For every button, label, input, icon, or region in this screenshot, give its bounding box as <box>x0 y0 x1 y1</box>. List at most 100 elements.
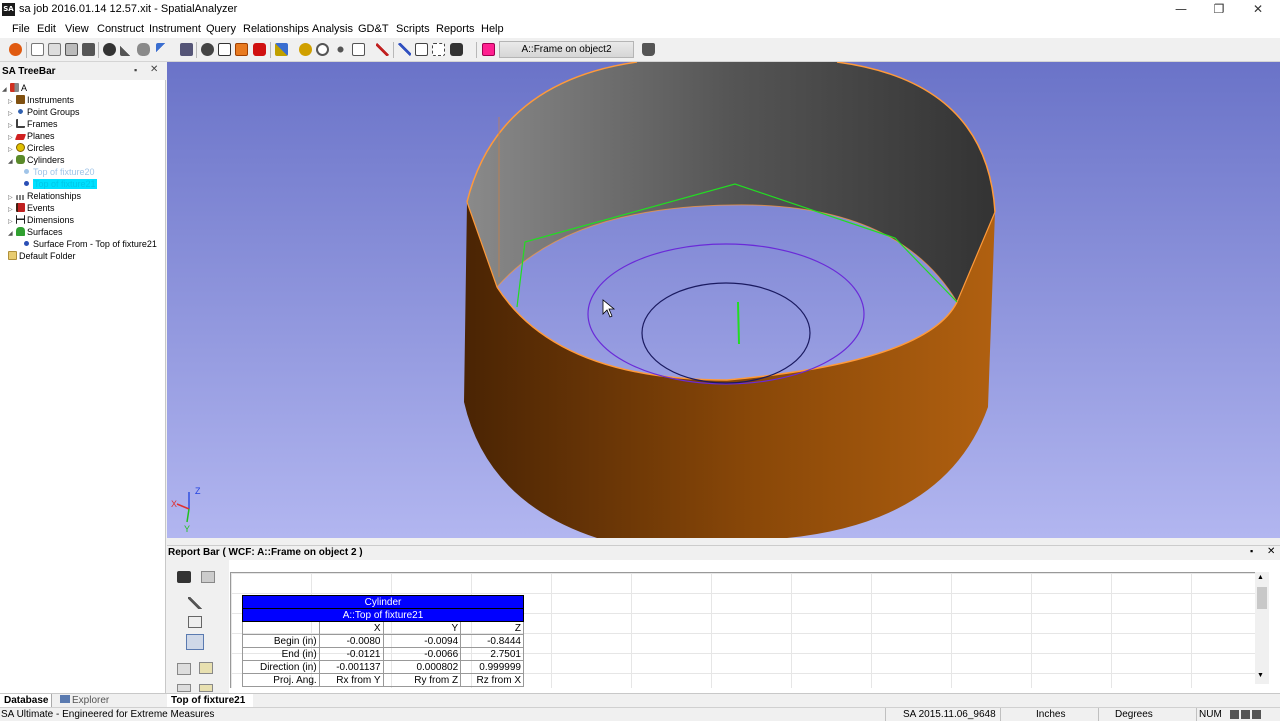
camera-icon[interactable] <box>177 571 191 583</box>
save-icon[interactable] <box>65 43 78 56</box>
report-tools <box>167 560 229 694</box>
rotate-icon[interactable] <box>334 43 347 56</box>
tree-item-cylinders[interactable]: ◢ Cylinders <box>8 154 65 166</box>
close-icon[interactable]: ✕ <box>1267 546 1275 557</box>
menu-reports[interactable]: Reports <box>436 23 475 35</box>
menu-relationships[interactable]: Relationships <box>243 23 309 35</box>
status-angle[interactable]: Degrees <box>1115 709 1153 721</box>
tree-item-instruments[interactable]: ▷ Instruments <box>8 94 74 106</box>
tree-item-label: Top of fixture21 <box>33 179 97 189</box>
toolbar-separator <box>476 42 477 58</box>
menu-gdt[interactable]: GD&T <box>358 23 389 35</box>
scroll-up-icon[interactable]: ▲ <box>1257 574 1264 581</box>
report-export-icon[interactable] <box>199 684 213 692</box>
tree-item-relationships[interactable]: ▷ Relationships <box>8 190 81 202</box>
new-icon[interactable] <box>31 43 44 56</box>
axis-vector <box>737 301 740 345</box>
tree-item-frames[interactable]: ▷ Frames <box>8 118 58 130</box>
report-page-icon[interactable] <box>177 663 191 675</box>
table-cell: -0.001137 <box>318 660 384 674</box>
report-export-icon[interactable] <box>199 662 213 674</box>
tree-item-surfaces[interactable]: ◢ Surfaces <box>8 226 63 238</box>
scroll-thumb[interactable] <box>1257 587 1267 609</box>
color-icon[interactable] <box>275 43 288 56</box>
instrument-icon[interactable] <box>156 43 169 56</box>
scroll-down-icon[interactable]: ▼ <box>1257 672 1264 679</box>
menu-instrument[interactable]: Instrument <box>149 23 201 35</box>
pen-icon[interactable] <box>188 597 202 609</box>
tree-item-surface-from-top-of-fixture21[interactable]: Surface From - Top of fixture21 <box>22 238 157 250</box>
expander-icon[interactable]: ◢ <box>8 156 16 168</box>
restore-button[interactable]: ❐ <box>1199 0 1239 20</box>
tab-top-of-fixture21[interactable]: Top of fixture21 <box>167 694 253 708</box>
report-view-icon[interactable] <box>186 634 204 650</box>
tab-database[interactable]: Database <box>0 694 52 708</box>
tree-item-top-of-fixture20[interactable]: Top of fixture20 <box>22 166 95 178</box>
copy-icon[interactable] <box>201 571 215 583</box>
minimize-button[interactable]: — <box>1161 0 1201 20</box>
close-button[interactable]: ✕ <box>1238 0 1278 20</box>
point-group-icon <box>16 107 25 116</box>
settings-icon[interactable] <box>103 43 116 56</box>
lock-icon[interactable] <box>642 43 655 56</box>
tab-explorer[interactable]: Explorer <box>56 694 116 708</box>
menu-scripts[interactable]: Scripts <box>396 23 430 35</box>
save-as-icon[interactable] <box>82 43 95 56</box>
tree-item-dimensions[interactable]: ▷ Dimensions <box>8 214 74 226</box>
camera-icon[interactable] <box>450 43 463 56</box>
pin-icon[interactable]: ▪ <box>134 65 137 75</box>
toolbar-separator <box>98 42 99 58</box>
probe-icon[interactable] <box>137 43 150 56</box>
status-units[interactable]: Inches <box>1036 709 1065 721</box>
status-separator <box>1000 708 1001 721</box>
table-cell: End (in) <box>242 647 320 661</box>
status-num: NUM <box>1199 709 1222 720</box>
viewport-canvas[interactable]: Z X Y <box>167 62 1280 538</box>
select-icon[interactable] <box>352 43 365 56</box>
report-edit-icon[interactable] <box>188 616 202 628</box>
tree-item-circles[interactable]: ▷ Circles <box>8 142 55 154</box>
3d-viewport[interactable]: Z X Y <box>167 62 1280 538</box>
title-bar: SA sa job 2016.01.14 12.57.xit - Spatial… <box>0 0 1280 20</box>
menu-view[interactable]: View <box>65 23 89 35</box>
open-icon[interactable] <box>48 43 61 56</box>
tree-item-top-of-fixture21[interactable]: Top of fixture21 <box>22 178 97 190</box>
report-table-subtitle: A::Top of fixture21 <box>242 608 524 622</box>
zoom-icon[interactable] <box>316 43 329 56</box>
cursor-icon[interactable] <box>398 43 411 56</box>
tree-item-default-folder[interactable]: Default Folder <box>8 250 76 262</box>
view-icon[interactable] <box>201 43 214 56</box>
menu-help[interactable]: Help <box>481 23 504 35</box>
reportbar-title: Report Bar ( WCF: A::Frame on object 2 ) <box>168 547 363 558</box>
menu-edit[interactable]: Edit <box>37 23 56 35</box>
measure-icon[interactable] <box>120 43 133 56</box>
report-table-title: Cylinder <box>242 595 524 609</box>
tree-item-events[interactable]: ▷ Events <box>8 202 55 214</box>
tree-item-label: Relationships <box>27 191 82 201</box>
point-icon[interactable] <box>299 43 312 56</box>
check-icon[interactable] <box>376 43 389 56</box>
tree-item-point-groups[interactable]: ▷ Point Groups <box>8 106 80 118</box>
active-frame-combo[interactable]: A::Frame on object2 <box>499 41 634 58</box>
menu-analysis[interactable]: Analysis <box>312 23 353 35</box>
pin-icon[interactable]: ▪ <box>1250 546 1253 556</box>
cube-icon[interactable] <box>218 43 231 56</box>
menu-construct[interactable]: Construct <box>97 23 144 35</box>
menu-query[interactable]: Query <box>206 23 236 35</box>
tree-item-a[interactable]: ◢ A <box>2 82 27 94</box>
solid-icon[interactable] <box>253 43 266 56</box>
window-icon[interactable] <box>415 43 428 56</box>
report-page-icon[interactable] <box>177 684 191 692</box>
tree-item-planes[interactable]: ▷ Planes <box>8 130 55 142</box>
color-swatch-icon[interactable] <box>482 43 495 56</box>
select-box-icon[interactable] <box>432 43 445 56</box>
tree-item-label: Instruments <box>27 95 75 105</box>
expander-icon[interactable]: ◢ <box>8 228 16 240</box>
stop-icon[interactable] <box>9 43 22 56</box>
laser-icon[interactable] <box>180 43 193 56</box>
close-icon[interactable]: ✕ <box>150 64 158 75</box>
report-scrollbar[interactable]: ▲ ▼ <box>1255 572 1269 684</box>
shade-icon[interactable] <box>235 43 248 56</box>
menu-file[interactable]: File <box>12 23 30 35</box>
table-cell: Rx from Y <box>318 673 384 687</box>
